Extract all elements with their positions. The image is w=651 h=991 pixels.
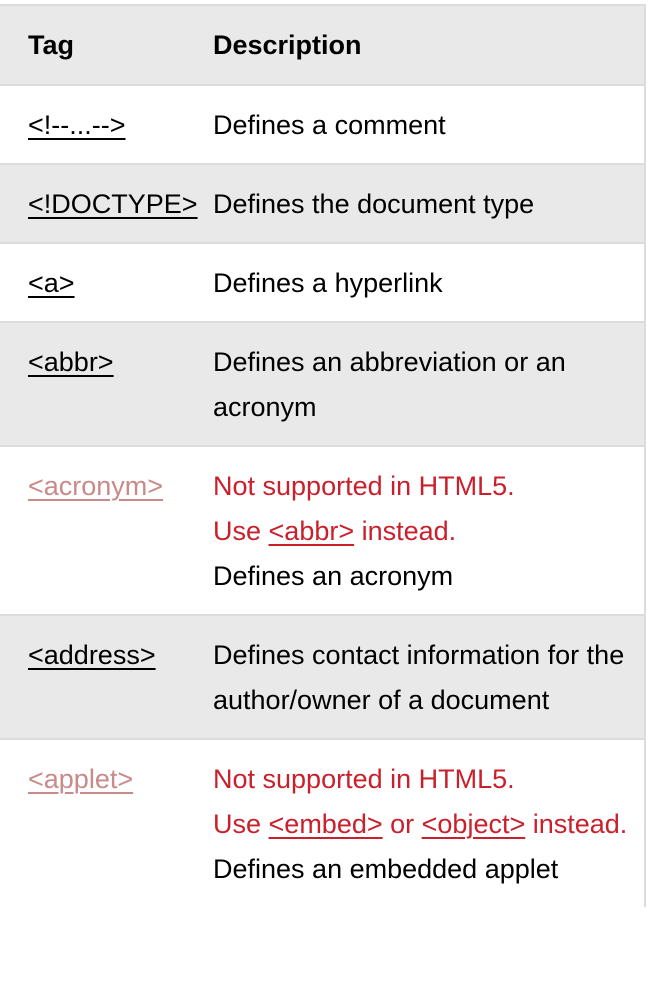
html-tags-table: Tag Description <!--...--> Defines a com… (0, 4, 646, 907)
tag-link-abbr[interactable]: <abbr> (28, 347, 114, 377)
deprecation-warning: Not supported in HTML5. (213, 471, 515, 501)
abbr-link[interactable]: <abbr> (269, 516, 355, 546)
tag-cell: <address> (0, 616, 213, 738)
table-header-row: Tag Description (0, 6, 644, 86)
embed-link[interactable]: <embed> (269, 809, 383, 839)
tag-cell: <a> (0, 244, 213, 321)
tag-cell: <applet> (0, 740, 213, 907)
table-row: <acronym> Not supported in HTML5. Use <a… (0, 447, 644, 616)
table-row: <!--...--> Defines a comment (0, 86, 644, 165)
replacement-note: Use <abbr> instead. (213, 516, 457, 546)
tag-cell: <!--...--> (0, 86, 213, 163)
description-cell: Not supported in HTML5. Use <abbr> inste… (213, 447, 644, 614)
description-text: Defines an acronym (213, 561, 454, 591)
table-row: <address> Defines contact information fo… (0, 616, 644, 740)
deprecation-warning: Not supported in HTML5. (213, 764, 515, 794)
tag-link-doctype[interactable]: <!DOCTYPE> (28, 189, 198, 219)
tag-link-comment[interactable]: <!--...--> (28, 110, 126, 140)
tag-cell: <!DOCTYPE> (0, 165, 213, 242)
tag-link-acronym[interactable]: <acronym> (28, 471, 163, 501)
replacement-note: Use <embed> or <object> instead. (213, 809, 628, 839)
tag-cell: <abbr> (0, 323, 213, 445)
description-cell: Not supported in HTML5. Use <embed> or <… (213, 740, 644, 907)
description-cell: Defines an abbreviation or an acronym (213, 347, 566, 422)
table-row: <applet> Not supported in HTML5. Use <em… (0, 740, 644, 907)
description-text: Defines an embedded applet (213, 854, 559, 884)
description-cell: Defines a hyperlink (213, 268, 443, 298)
tag-cell: <acronym> (0, 447, 213, 614)
table-row: <abbr> Defines an abbreviation or an acr… (0, 323, 644, 447)
tag-link-address[interactable]: <address> (28, 640, 156, 670)
column-header-description: Description (213, 29, 362, 60)
column-header-tag: Tag (28, 29, 74, 60)
tag-link-applet[interactable]: <applet> (28, 764, 133, 794)
table-row: <a> Defines a hyperlink (0, 244, 644, 323)
description-cell: Defines contact information for the auth… (213, 640, 625, 715)
object-link[interactable]: <object> (422, 809, 526, 839)
table-row: <!DOCTYPE> Defines the document type (0, 165, 644, 244)
description-cell: Defines a comment (213, 110, 446, 140)
description-cell: Defines the document type (213, 189, 535, 219)
tag-link-a[interactable]: <a> (28, 268, 75, 298)
